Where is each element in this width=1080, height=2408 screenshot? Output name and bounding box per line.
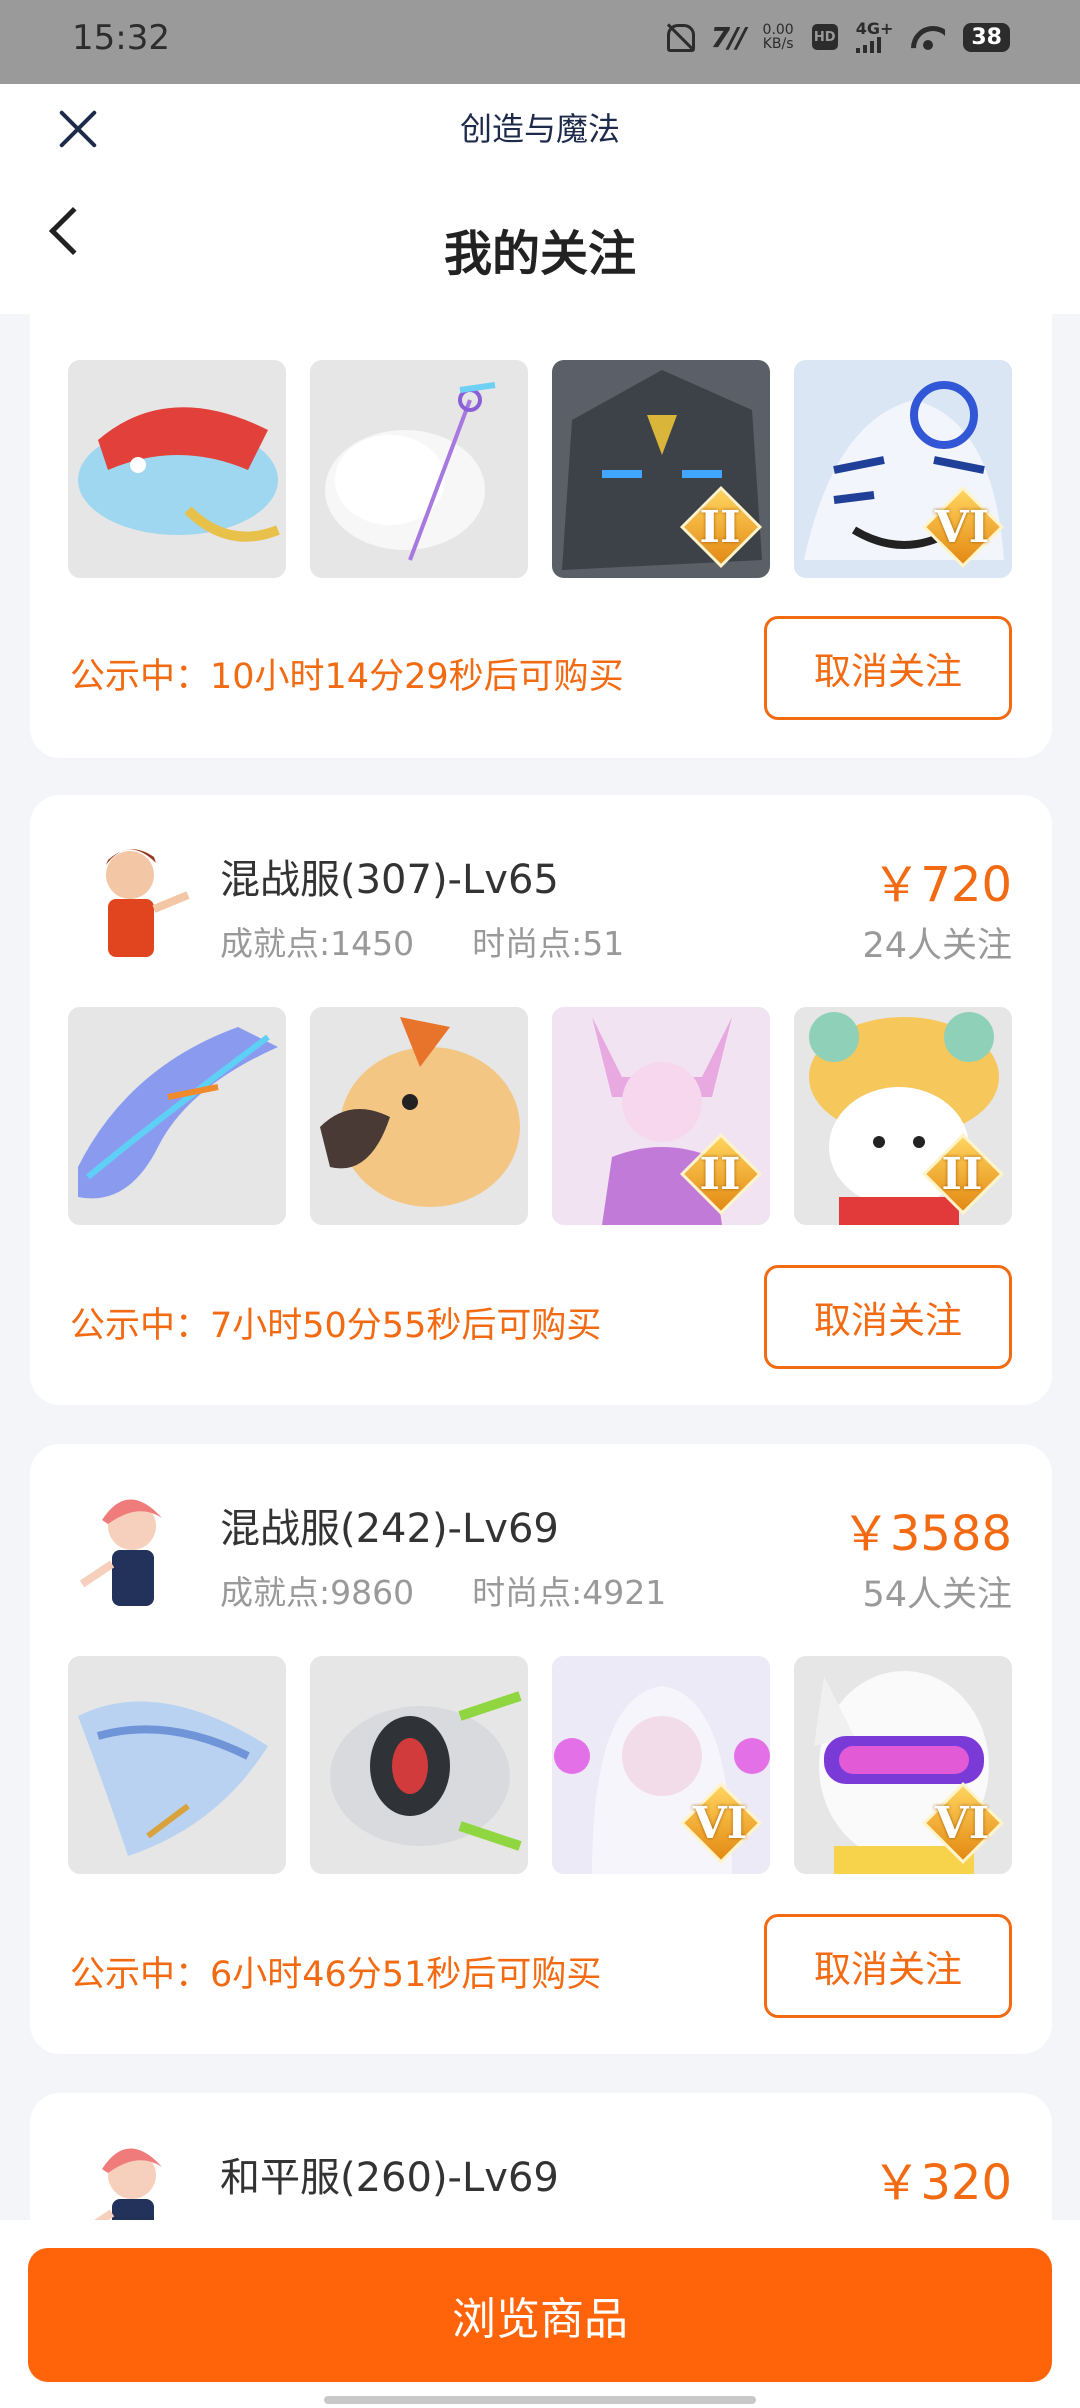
- item-thumbnail[interactable]: VI: [552, 1656, 770, 1874]
- tier-badge: II: [678, 484, 763, 569]
- header: 创造与魔法 我的关注: [0, 84, 1080, 314]
- avatar: [68, 1484, 200, 1616]
- tier-badge: VI: [920, 484, 1005, 569]
- item-thumbnails: II II: [68, 1007, 1012, 1225]
- page-title: 我的关注: [443, 226, 636, 282]
- character-avatar-image: [68, 1484, 200, 1616]
- stats: 成就点:1450 时尚点:51: [220, 917, 624, 965]
- tier-badge: II: [678, 1131, 763, 1216]
- tier-badge: VI: [678, 1780, 763, 1865]
- price: ￥320: [872, 2155, 1012, 2211]
- achievement-points: 成就点:9860: [220, 1573, 415, 1612]
- hd-icon: HD: [811, 24, 838, 50]
- status-icons: 7// 0.00 KB/s HD 4G+ 38: [663, 20, 1010, 54]
- watch-card[interactable]: 混战服(242)-Lv69 成就点:9860 时尚点:4921 ￥3588 54人…: [30, 1444, 1052, 2054]
- network-speed: 0.00 KB/s: [762, 22, 794, 52]
- battery-icon: 38: [963, 22, 1010, 52]
- stats: 成就点:9860 时尚点:4921: [220, 1566, 666, 1614]
- item-thumbnail[interactable]: [68, 1007, 286, 1225]
- item-thumbnail[interactable]: VI: [794, 360, 1012, 578]
- carrier-mark: 7//: [710, 20, 747, 54]
- bell-muted-icon: [663, 20, 695, 54]
- tier-badge: II: [920, 1131, 1005, 1216]
- fashion-points: 时尚点:51: [472, 924, 625, 963]
- avatar: [68, 835, 200, 967]
- watch-card[interactable]: 混战服(307)-Lv65 成就点:1450 时尚点:51 ￥720 24人关注 …: [30, 795, 1052, 1405]
- sale-countdown: 公示中：10小时14分29秒后可购买: [70, 657, 624, 697]
- browse-products-button[interactable]: 浏览商品: [28, 2248, 1052, 2382]
- sale-countdown: 公示中：6小时46分51秒后可购买: [70, 1955, 602, 1995]
- wifi-icon: [911, 24, 945, 50]
- dragon-mount-image: [78, 1027, 278, 1199]
- unfollow-button[interactable]: 取消关注: [764, 1914, 1012, 2018]
- item-thumbnail[interactable]: II: [552, 360, 770, 578]
- item-thumbnail[interactable]: [310, 1656, 528, 1874]
- item-thumbnails: II VI: [68, 360, 1012, 578]
- item-thumbnails: VI VI: [68, 1656, 1012, 1874]
- unfollow-button[interactable]: 取消关注: [764, 616, 1012, 720]
- unfollow-button[interactable]: 取消关注: [764, 1265, 1012, 1369]
- status-time: 15:32: [72, 18, 170, 58]
- item-thumbnail[interactable]: [310, 1007, 528, 1225]
- network-type: 4G+: [855, 21, 893, 53]
- ice-dragon-image: [78, 1701, 268, 1856]
- fish-mount-image: [78, 407, 280, 542]
- item-thumbnail[interactable]: VI: [794, 1656, 1012, 1874]
- status-bar: 15:32 7// 0.00 KB/s HD 4G+ 38: [0, 0, 1080, 84]
- mecha-beetle-image: [330, 1691, 522, 1851]
- achievement-points: 成就点:1450: [220, 924, 415, 963]
- app-title: 创造与魔法: [459, 110, 620, 148]
- follower-count: 24人关注: [862, 926, 1012, 966]
- server-name: 和平服(260)-Lv69: [220, 2155, 559, 2201]
- bottom-bar: 浏览商品: [0, 2220, 1080, 2408]
- server-name: 混战服(307)-Lv65: [220, 857, 559, 903]
- price: ￥720: [872, 857, 1012, 913]
- tier-badge: VI: [920, 1780, 1005, 1865]
- character-avatar-image: [68, 835, 200, 967]
- fashion-points: 时尚点:4921: [472, 1573, 667, 1612]
- home-indicator[interactable]: [324, 2396, 756, 2404]
- item-thumbnail[interactable]: [68, 1656, 286, 1874]
- signal-icon: [855, 37, 881, 53]
- sale-countdown: 公示中：7小时50分55秒后可购买: [70, 1306, 602, 1346]
- item-thumbnail[interactable]: II: [794, 1007, 1012, 1225]
- feather-item-image: [325, 382, 496, 561]
- parrot-mount-image: [320, 1017, 520, 1207]
- server-name: 混战服(242)-Lv69: [220, 1506, 559, 1552]
- item-thumbnail[interactable]: [310, 360, 528, 578]
- item-thumbnail[interactable]: II: [552, 1007, 770, 1225]
- follower-count: 54人关注: [862, 1575, 1012, 1615]
- item-thumbnail[interactable]: [68, 360, 286, 578]
- price: ￥3588: [841, 1506, 1012, 1562]
